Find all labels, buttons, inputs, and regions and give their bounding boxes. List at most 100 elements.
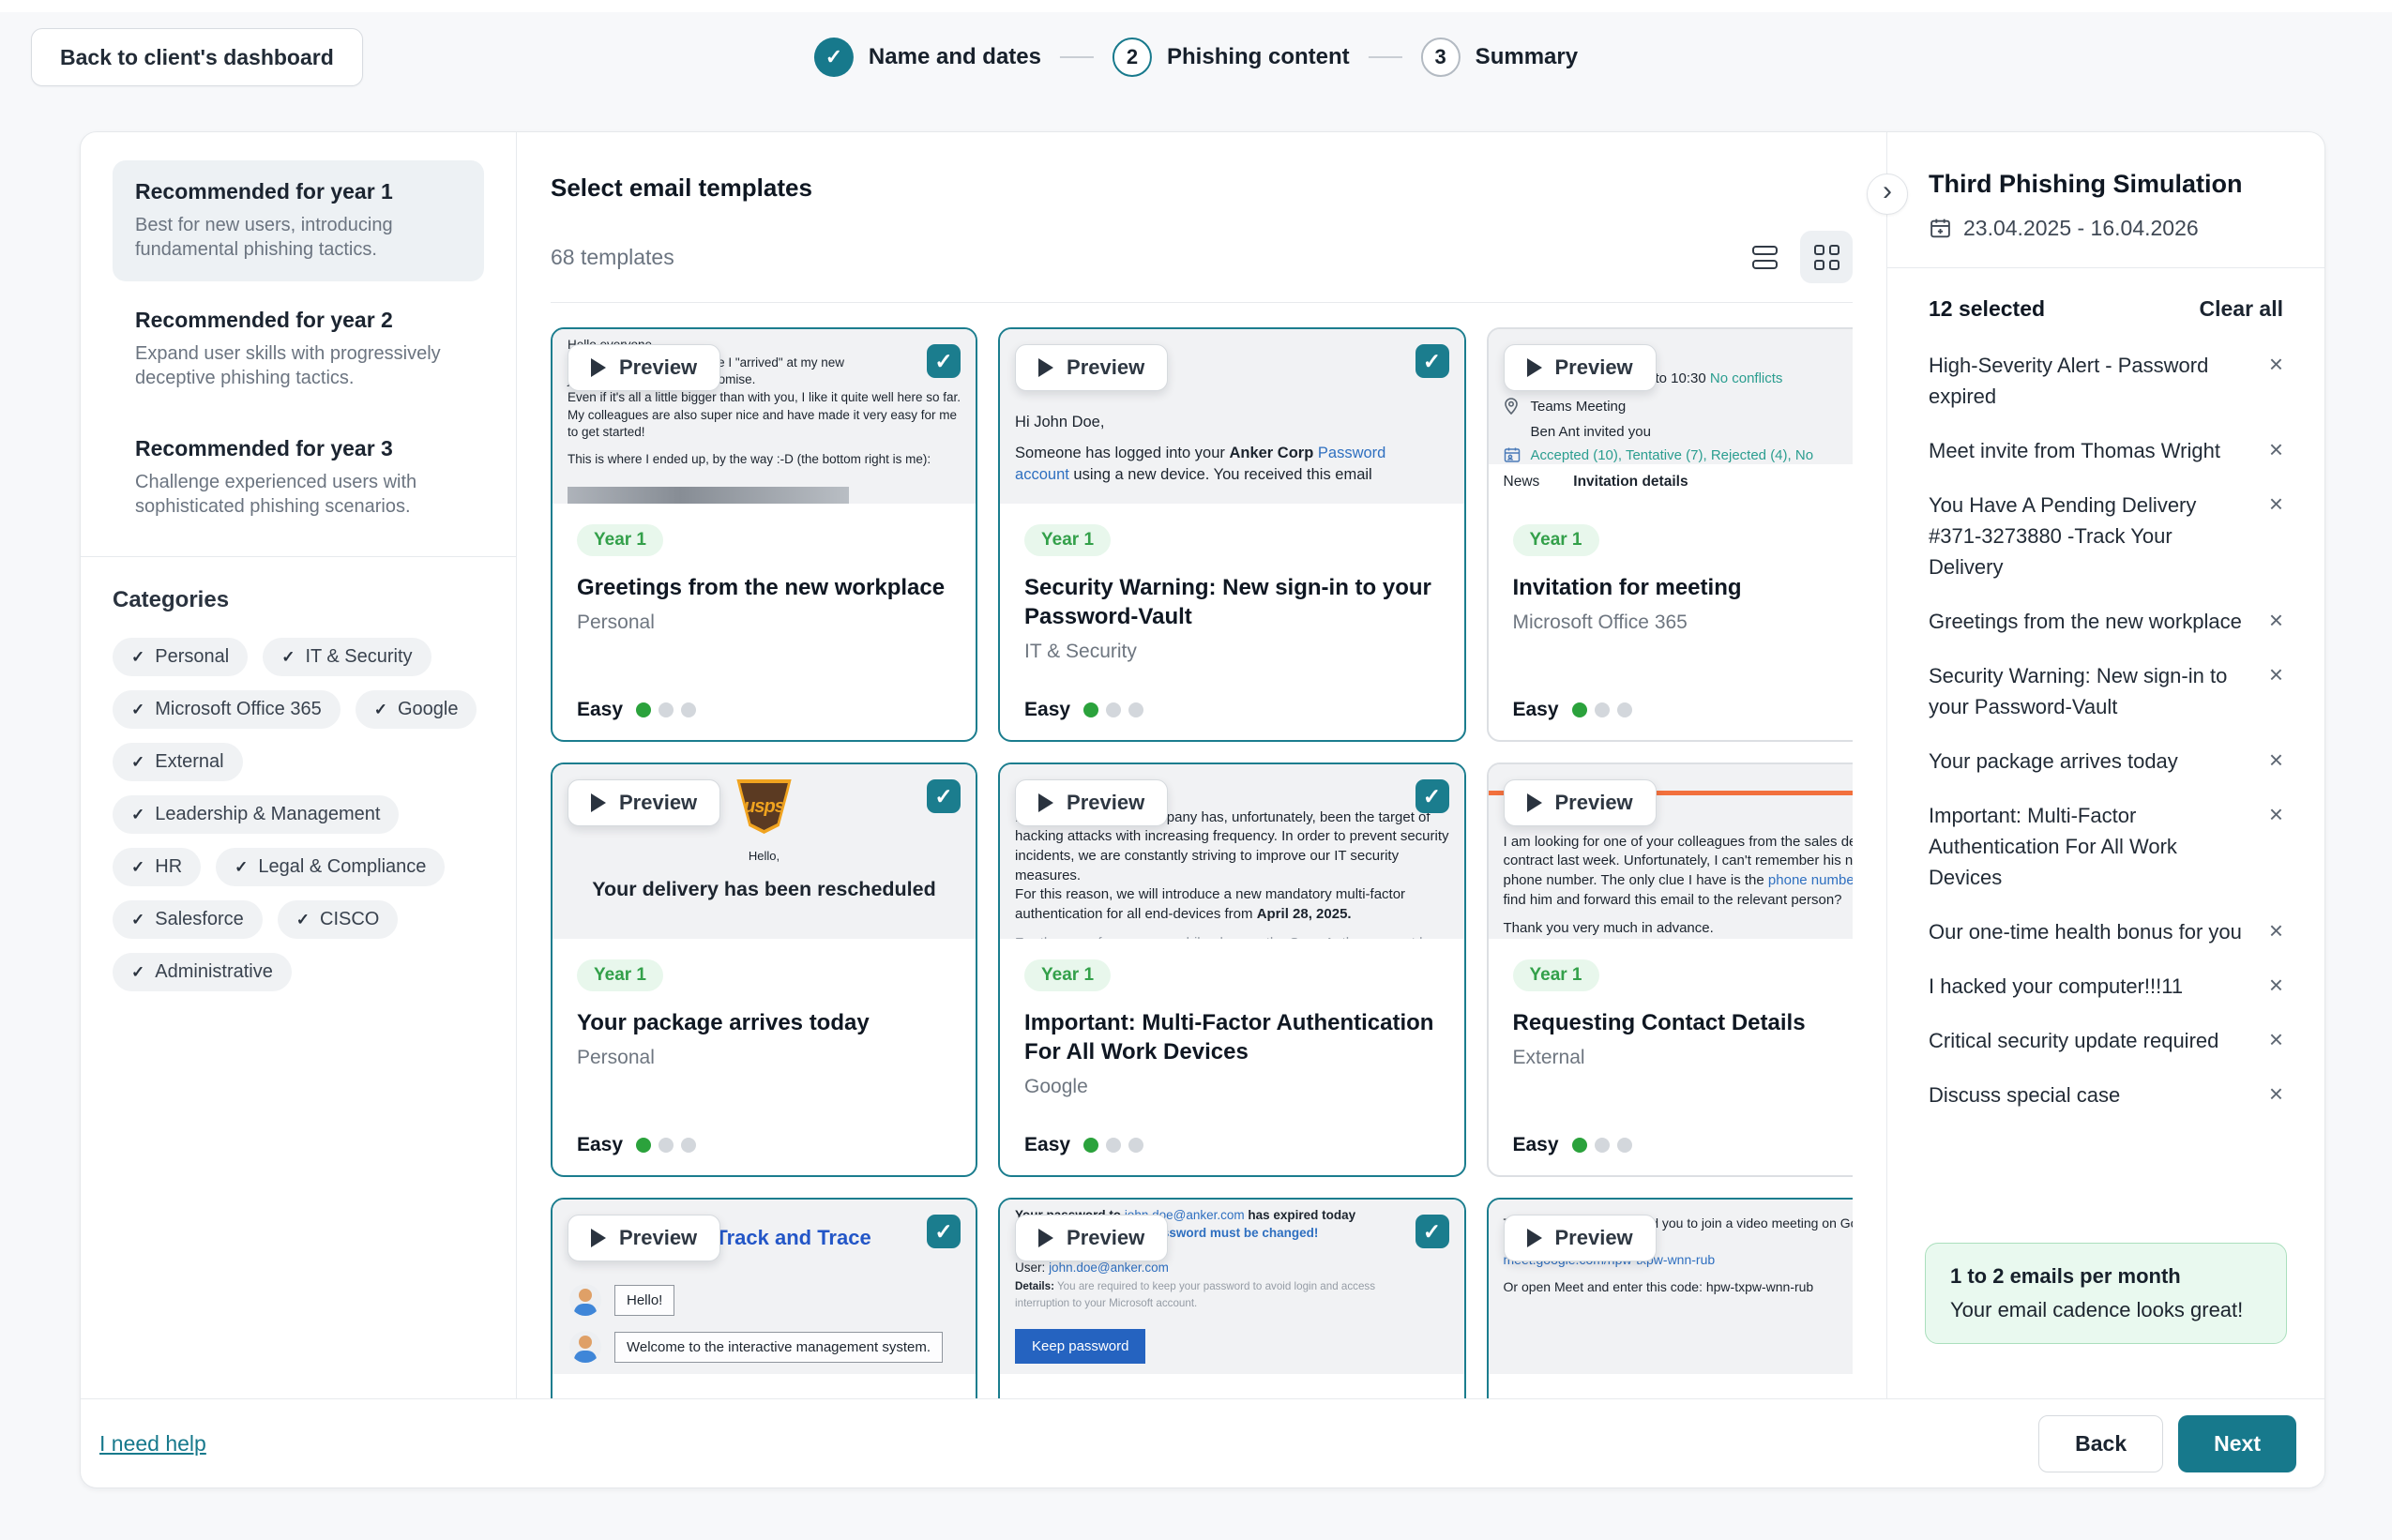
remove-item-button[interactable]: ×	[2269, 660, 2283, 722]
tab-invitation-details[interactable]: Invitation details	[1573, 474, 1688, 491]
remove-item-button[interactable]: ×	[2269, 800, 2283, 893]
selected-items-list: High-Severity Alert - Password expired×M…	[1929, 350, 2283, 1110]
email-line: My colleagues are also super nice and ha…	[568, 407, 961, 425]
template-card[interactable]: uspsHello,Your delivery has been resched…	[551, 762, 977, 1177]
template-card[interactable]: Hello everyone,Wanted to get in touch on…	[551, 327, 977, 742]
template-preview: Hello everyone,Wanted to get in touch on…	[553, 329, 976, 504]
preview-button[interactable]: Preview	[568, 779, 720, 826]
keep-password-button[interactable]: Keep password	[1015, 1329, 1145, 1364]
category-chip[interactable]: ✓Microsoft Office 365	[113, 690, 341, 729]
recommendation-desc: Challenge experienced users with sophist…	[135, 470, 462, 520]
category-chip[interactable]: ✓Administrative	[113, 953, 292, 991]
tab-news[interactable]: News	[1504, 474, 1540, 491]
template-checkbox[interactable]: ✓	[1416, 779, 1449, 813]
difficulty-dots	[1083, 1138, 1143, 1153]
category-chip[interactable]: ✓IT & Security	[263, 638, 431, 676]
difficulty-dots	[636, 702, 696, 717]
categories-title: Categories	[113, 587, 484, 613]
category-chip[interactable]: ✓CISCO	[278, 900, 399, 939]
template-card[interactable]: Dear colleagues,In recent years, our com…	[998, 762, 1465, 1177]
stepper-step[interactable]: 3Summary	[1421, 38, 1578, 77]
back-button[interactable]: Back	[2038, 1415, 2163, 1472]
email-greeting: Hello,	[553, 849, 976, 863]
text-segment: phone number. The only clue I have is th…	[1504, 872, 1768, 888]
remove-item-button[interactable]: ×	[2269, 916, 2283, 947]
meeting-row-text: Teams Meeting	[1531, 398, 1840, 416]
wizard-footer: I need help Back Next	[81, 1398, 2324, 1487]
category-chip[interactable]: ✓Google	[356, 690, 477, 729]
list-view-button[interactable]	[1738, 231, 1791, 283]
difficulty-dot	[1083, 1138, 1098, 1153]
cadence-info-box: 1 to 2 emails per month Your email caden…	[1925, 1243, 2287, 1344]
recommendation-item[interactable]: Recommended for year 1Best for new users…	[113, 160, 484, 281]
difficulty-dot	[1106, 702, 1121, 717]
preview-button[interactable]: Preview	[1015, 779, 1168, 826]
remove-item-button[interactable]: ×	[2269, 746, 2283, 777]
remove-item-button[interactable]: ×	[2269, 606, 2283, 637]
difficulty-label: Easy	[1513, 1134, 1559, 1156]
remove-item-button[interactable]: ×	[2269, 971, 2283, 1002]
difficulty-dot	[659, 702, 674, 717]
remove-item-button[interactable]: ×	[2269, 490, 2283, 582]
check-icon: ✓	[235, 858, 248, 877]
template-card[interactable]: to 10:30 No conflictsTeams MeetingBen An…	[1487, 327, 1854, 742]
stepper-step[interactable]: ✓Name and dates	[814, 38, 1041, 77]
selected-item: Discuss special case×	[1929, 1080, 2283, 1110]
email-line: This is where I ended up, by the way :-D…	[568, 451, 961, 469]
play-icon	[1038, 793, 1053, 812]
grid-view-button[interactable]	[1800, 231, 1853, 283]
category-chip[interactable]: ✓Legal & Compliance	[216, 848, 445, 886]
template-checkbox[interactable]: ✓	[927, 779, 961, 813]
template-checkbox[interactable]: ✓	[1416, 344, 1449, 378]
template-card[interactable]: Track and TraceHello!Welcome to the inte…	[551, 1198, 977, 1398]
template-checkbox[interactable]: ✓	[927, 344, 961, 378]
recommendation-list: Recommended for year 1Best for new users…	[113, 160, 484, 537]
category-chip[interactable]: ✓Leadership & Management	[113, 795, 399, 834]
email-headline: Your delivery has been rescheduled	[553, 878, 976, 901]
template-preview: Track and TraceHello!Welcome to the inte…	[553, 1200, 976, 1374]
template-card[interactable]: Dear Sir or Madam,I am looking for one o…	[1487, 762, 1854, 1177]
step-connector	[1369, 56, 1402, 58]
template-picker: Select email templates 68 templates Hell…	[517, 132, 1887, 1398]
back-to-dashboard-button[interactable]: Back to client's dashboard	[31, 28, 363, 86]
recommendation-item[interactable]: Recommended for year 2Expand user skills…	[113, 289, 484, 410]
preview-button[interactable]: Preview	[1504, 344, 1657, 391]
clear-all-button[interactable]: Clear all	[2200, 296, 2284, 322]
difficulty-dot	[1572, 1138, 1587, 1153]
stepper-step[interactable]: 2Phishing content	[1113, 38, 1350, 77]
preview-button[interactable]: Preview	[568, 1215, 720, 1261]
selected-item-label: I hacked your computer!!!11	[1929, 971, 2183, 1002]
template-title: Greetings from the new workplace	[577, 573, 951, 602]
category-chip[interactable]: ✓Personal	[113, 638, 248, 676]
chevron-right-icon: ›	[1883, 175, 1892, 207]
difficulty-dot	[1128, 1138, 1143, 1153]
recommendation-item[interactable]: Recommended for year 3Challenge experien…	[113, 417, 484, 538]
footer-buttons: Back Next	[2038, 1415, 2296, 1472]
selection-header: 12 selected Clear all	[1929, 296, 2283, 322]
template-card[interactable]: Your password to john.doe@anker.com has …	[998, 1198, 1465, 1398]
preview-button[interactable]: Preview	[1015, 1215, 1168, 1261]
preview-button[interactable]: Preview	[1504, 1215, 1657, 1261]
remove-item-button[interactable]: ×	[2269, 1080, 2283, 1110]
preview-button[interactable]: Preview	[1504, 779, 1657, 826]
template-title: Requesting Contact Details	[1513, 1008, 1854, 1037]
category-chip[interactable]: ✓Salesforce	[113, 900, 263, 939]
help-link[interactable]: I need help	[99, 1431, 206, 1457]
collapse-panel-button[interactable]: ›	[1867, 174, 1908, 215]
support-agent-avatar	[569, 1331, 601, 1363]
preview-button[interactable]: Preview	[568, 344, 720, 391]
remove-item-button[interactable]: ×	[2269, 435, 2283, 466]
next-button[interactable]: Next	[2178, 1415, 2296, 1472]
template-card[interactable]: Thomas Wright has invited you to join a …	[1487, 1198, 1854, 1398]
email-line: phone number. The only clue I have is th…	[1504, 871, 1854, 891]
category-chip[interactable]: ✓External	[113, 743, 243, 781]
remove-item-button[interactable]: ×	[2269, 350, 2283, 412]
template-checkbox[interactable]: ✓	[927, 1215, 961, 1248]
category-chip[interactable]: ✓HR	[113, 848, 201, 886]
email-line: I am looking for one of your colleagues …	[1504, 833, 1854, 853]
preview-button[interactable]: Preview	[1015, 344, 1168, 391]
remove-item-button[interactable]: ×	[2269, 1025, 2283, 1056]
template-card[interactable]: Hi John Doe,Someone has logged into your…	[998, 327, 1465, 742]
template-checkbox[interactable]: ✓	[1416, 1215, 1449, 1248]
step-label: Phishing content	[1167, 44, 1350, 70]
